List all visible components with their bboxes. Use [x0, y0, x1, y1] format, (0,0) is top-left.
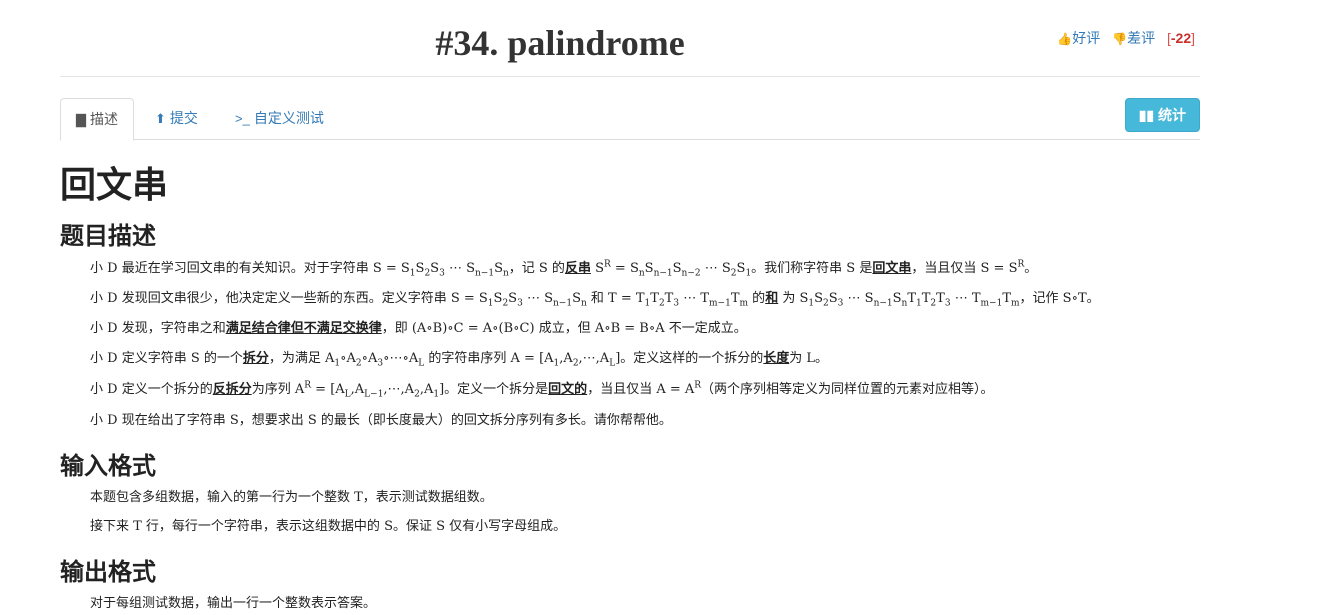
content-title: 回文串 — [60, 165, 169, 206]
tab-submit[interactable]: ⬆ 提交 — [140, 98, 213, 138]
output-paragraph-1: 对于每组测试数据，输出一行一个整数表示答案。 — [90, 596, 377, 611]
header-divider — [60, 76, 1200, 77]
desc-paragraph-1: 小 D 最近在学习回文串的有关知识。对于字符串 S = S1S2S3 ⋯ Sn−… — [90, 259, 1038, 279]
vote-panel: 👍好评 👎差评 [-22] — [1049, 28, 1195, 48]
stats-button[interactable]: ▮▮ 统计 — [1124, 98, 1200, 132]
desc-paragraph-4: 小 D 定义字符串 S 的一个拆分，为满足 A1∘A2∘A3∘⋯∘AL 的字符串… — [90, 351, 829, 369]
tab-custom-test[interactable]: >_ 自定义测试 — [220, 98, 339, 138]
book-icon: ▇ — [76, 112, 86, 127]
bad-vote-button[interactable]: 👎差评 — [1112, 30, 1155, 46]
good-vote-button[interactable]: 👍好评 — [1057, 30, 1100, 46]
section-heading-description: 题目描述 — [60, 222, 156, 250]
input-paragraph-2: 接下来 T 行，每行一个字符串，表示这组数据中的 S。保证 S 仅有小写字母组成… — [90, 519, 567, 534]
desc-paragraph-3: 小 D 发现，字符串之和满足结合律但不满足交换律，即 (A∘B)∘C = A∘(… — [90, 321, 747, 336]
vote-score: [-22] — [1166, 30, 1195, 46]
problem-title: #34. palindrome — [435, 23, 685, 63]
desc-paragraph-6: 小 D 现在给出了字符串 S，想要求出 S 的最长（即长度最大）的回文拆分序列有… — [90, 413, 672, 428]
input-paragraph-1: 本题包含多组数据，输入的第一行为一个整数 T，表示测试数据组数。 — [90, 490, 493, 505]
section-heading-input: 输入格式 — [60, 452, 156, 480]
tab-description[interactable]: ▇ 描述 — [60, 98, 134, 141]
tab-bar: ▇ 描述 ⬆ 提交 >_ 自定义测试 ▮▮ 统计 — [60, 98, 1200, 141]
thumbs-up-icon: 👍 — [1057, 32, 1073, 46]
desc-paragraph-5: 小 D 定义一个拆分的反拆分为序列 AR = [AL,AL−1,⋯,A2,A1]… — [90, 380, 994, 400]
thumbs-down-icon: 👎 — [1112, 32, 1128, 46]
desc-paragraph-2: 小 D 发现回文串很少，他决定定义一些新的东西。定义字符串 S = S1S2S3… — [90, 291, 1100, 309]
section-heading-output: 输出格式 — [60, 558, 156, 586]
bar-chart-icon: ▮▮ — [1138, 107, 1155, 123]
upload-circle-icon: ⬆ — [155, 111, 166, 126]
terminal-icon: >_ — [235, 111, 250, 126]
